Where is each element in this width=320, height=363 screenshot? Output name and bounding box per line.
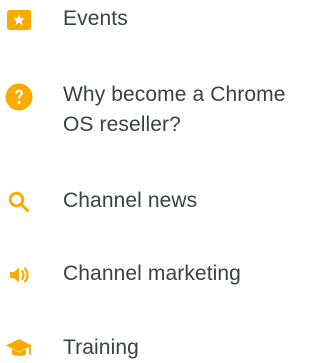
- nav-label-events: Events: [63, 7, 128, 30]
- nav-label-training: Training: [63, 336, 139, 359]
- nav-label-channel-news: Channel news: [63, 189, 198, 212]
- resource-nav: Events Why become a Chrome OS reseller? …: [0, 0, 287, 361]
- graduation-cap-icon: [6, 339, 32, 356]
- nav-label-channel-marketing: Channel marketing: [63, 262, 241, 285]
- nav-item-events[interactable]: Events: [0, 4, 287, 34]
- question-icon: [5, 83, 33, 111]
- nav-item-channel-news[interactable]: Channel news: [0, 186, 287, 216]
- nav-item-channel-marketing[interactable]: Channel marketing: [0, 259, 287, 289]
- search-icon: [8, 191, 29, 212]
- nav-item-why-reseller[interactable]: Why become a Chrome OS reseller?: [0, 80, 287, 144]
- nav-label-why-reseller: Why become a Chrome OS reseller?: [63, 83, 286, 136]
- star-ticket-icon: [7, 10, 31, 30]
- nav-item-training[interactable]: Training: [0, 331, 287, 361]
- speaker-icon: [10, 267, 29, 283]
